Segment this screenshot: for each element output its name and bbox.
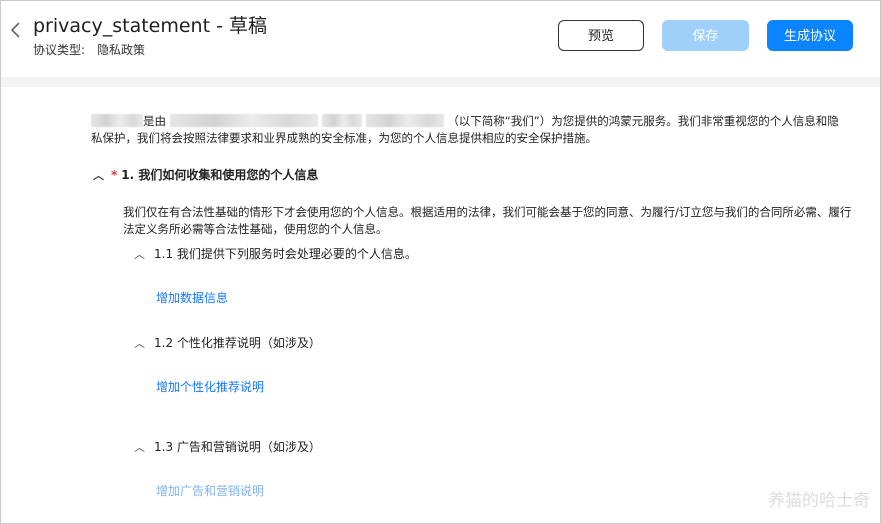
add-personalized-recommendation-link[interactable]: 增加个性化推荐说明 — [156, 378, 264, 395]
document-editor: 是由 （以下简称“我们”）为您提供的鸿蒙元服务。我们非常重视您的个人信息和隐私保… — [1, 87, 880, 523]
chevron-up-icon[interactable]: ︿ — [93, 167, 107, 183]
agreement-type-value: 隐私政策 — [97, 43, 146, 57]
subsection-title: 1.3 广告和营销说明（如涉及） — [154, 440, 321, 454]
add-data-info-link[interactable]: 增加数据信息 — [156, 289, 228, 306]
agreement-type: 协议类型: 隐私政策 — [33, 42, 145, 58]
chevron-up-icon[interactable]: ︿ — [134, 335, 154, 351]
page-header: privacy_statement - 草稿 协议类型: 隐私政策 预览 保存 生… — [1, 1, 880, 77]
chevron-up-icon[interactable]: ︿ — [134, 439, 154, 455]
app-window: privacy_statement - 草稿 协议类型: 隐私政策 预览 保存 生… — [0, 0, 881, 524]
section-1-paragraph: 我们仅在有合法性基础的情形下才会使用您的个人信息。根据适用的法律，我们可能会基于… — [123, 205, 852, 236]
intro-paragraph: 是由 （以下简称“我们”）为您提供的鸿蒙元服务。我们非常重视您的个人信息和隐私保… — [91, 113, 849, 147]
redacted-text — [91, 114, 143, 127]
redacted-text — [169, 114, 318, 127]
save-button[interactable]: 保存 — [662, 20, 749, 51]
agreement-type-label: 协议类型: — [33, 43, 86, 57]
section-1-header[interactable]: ︿ * 1. 我们如何收集和使用您的个人信息 — [93, 166, 318, 183]
generate-agreement-button[interactable]: 生成协议 — [767, 20, 853, 51]
page-title: privacy_statement - 草稿 — [33, 15, 267, 37]
subsection-1-3-header[interactable]: ︿ 1.3 广告和营销说明（如涉及） — [134, 438, 321, 455]
preview-button[interactable]: 预览 — [558, 20, 644, 51]
subsection-title: 1.1 我们提供下列服务时会处理必要的个人信息。 — [154, 247, 417, 261]
add-ad-marketing-link[interactable]: 增加广告和营销说明 — [156, 482, 264, 499]
watermark: 养猫的哈士奇 — [768, 491, 870, 511]
required-mark: * — [111, 168, 118, 182]
redacted-text — [365, 114, 444, 127]
subsection-title: 1.2 个性化推荐说明（如涉及） — [154, 336, 321, 350]
redacted-text — [321, 114, 362, 127]
chevron-up-icon[interactable]: ︿ — [134, 246, 154, 262]
section-1-title: 1. 我们如何收集和使用您的个人信息 — [121, 168, 319, 182]
header-divider — [1, 77, 880, 87]
subsection-1-1-header[interactable]: ︿ 1.1 我们提供下列服务时会处理必要的个人信息。 — [134, 245, 417, 262]
intro-text-1: 是由 — [143, 114, 166, 128]
chevron-left-icon[interactable] — [9, 21, 23, 39]
subsection-1-2-header[interactable]: ︿ 1.2 个性化推荐说明（如涉及） — [134, 334, 321, 351]
